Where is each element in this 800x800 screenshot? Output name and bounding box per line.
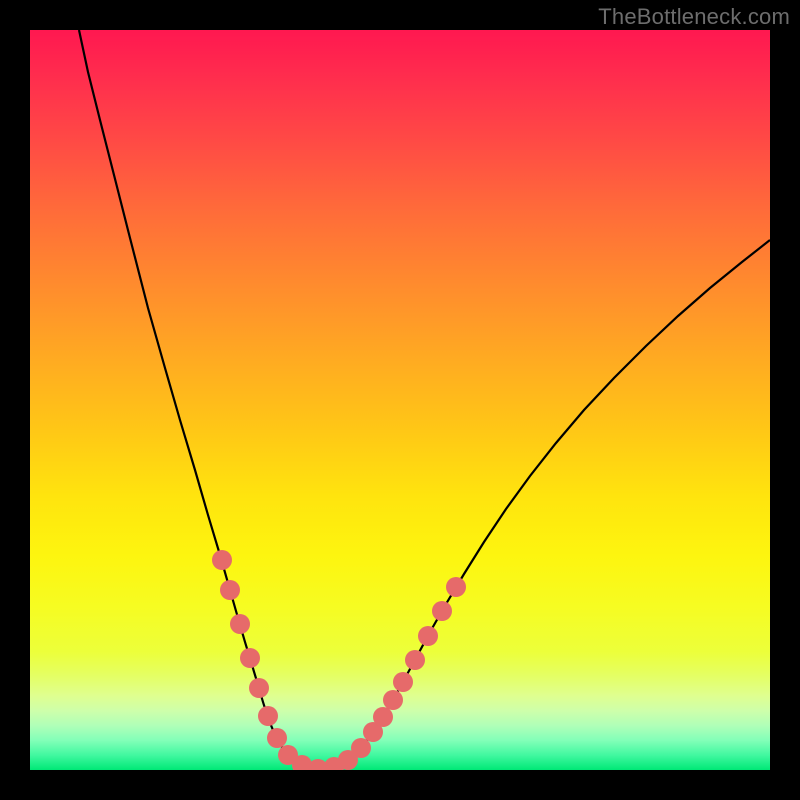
marker-dot <box>212 550 232 570</box>
marker-dot <box>446 577 466 597</box>
marker-dot <box>230 614 250 634</box>
plot-area <box>30 30 770 770</box>
marker-dot <box>393 672 413 692</box>
marker-dots-group <box>212 550 466 770</box>
marker-dot <box>351 738 371 758</box>
marker-dot <box>405 650 425 670</box>
watermark-text: TheBottleneck.com <box>598 4 790 30</box>
marker-dot <box>432 601 452 621</box>
curve-svg <box>30 30 770 770</box>
marker-dot <box>373 707 393 727</box>
marker-dot <box>240 648 260 668</box>
marker-dot <box>258 706 278 726</box>
marker-dot <box>418 626 438 646</box>
chart-frame: TheBottleneck.com <box>0 0 800 800</box>
marker-dot <box>383 690 403 710</box>
marker-dot <box>220 580 240 600</box>
marker-dot <box>249 678 269 698</box>
marker-dot <box>267 728 287 748</box>
